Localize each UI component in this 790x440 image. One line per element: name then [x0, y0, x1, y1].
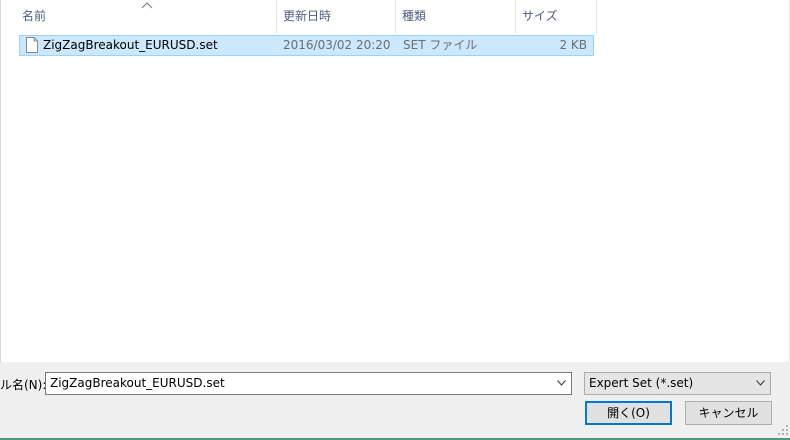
document-icon: [26, 37, 38, 53]
cancel-button[interactable]: キャンセル: [685, 401, 772, 425]
file-type-filter-select[interactable]: Expert Set (*.set): [584, 372, 771, 395]
chevron-down-icon: [756, 380, 765, 386]
column-header-name-label: 名前: [22, 9, 47, 23]
column-header-size[interactable]: サイズ: [516, 0, 597, 33]
file-list-row[interactable]: ZigZagBreakout_EURUSD.set 2016/03/02 20:…: [19, 35, 594, 56]
column-header-bar: 名前 更新日時 種類 サイズ: [0, 0, 598, 33]
window-left-border: [0, 0, 1, 362]
column-header-size-label: サイズ: [522, 9, 558, 23]
chevron-down-icon[interactable]: [557, 380, 566, 386]
file-size: 2 KB: [559, 38, 587, 52]
dialog-footer: ル名(N): ZigZagBreakout_EURUSD.set Expert …: [0, 362, 790, 438]
sort-ascending-icon: [141, 2, 153, 9]
filename-input[interactable]: ZigZagBreakout_EURUSD.set: [45, 372, 572, 395]
column-header-date[interactable]: 更新日時: [277, 0, 396, 33]
column-header-date-label: 更新日時: [283, 9, 332, 23]
column-header-type[interactable]: 種類: [396, 0, 516, 33]
file-name: ZigZagBreakout_EURUSD.set: [43, 38, 218, 52]
filename-label: ル名(N):: [0, 378, 47, 392]
file-type-filter-value: Expert Set (*.set): [589, 376, 694, 390]
file-type: SET ファイル: [403, 38, 478, 52]
open-button[interactable]: 開く(O): [585, 401, 672, 425]
resize-grip-icon[interactable]: [778, 425, 788, 435]
filename-value: ZigZagBreakout_EURUSD.set: [50, 376, 225, 390]
column-header-type-label: 種類: [402, 9, 427, 23]
file-date: 2016/03/02 20:20: [283, 38, 391, 52]
